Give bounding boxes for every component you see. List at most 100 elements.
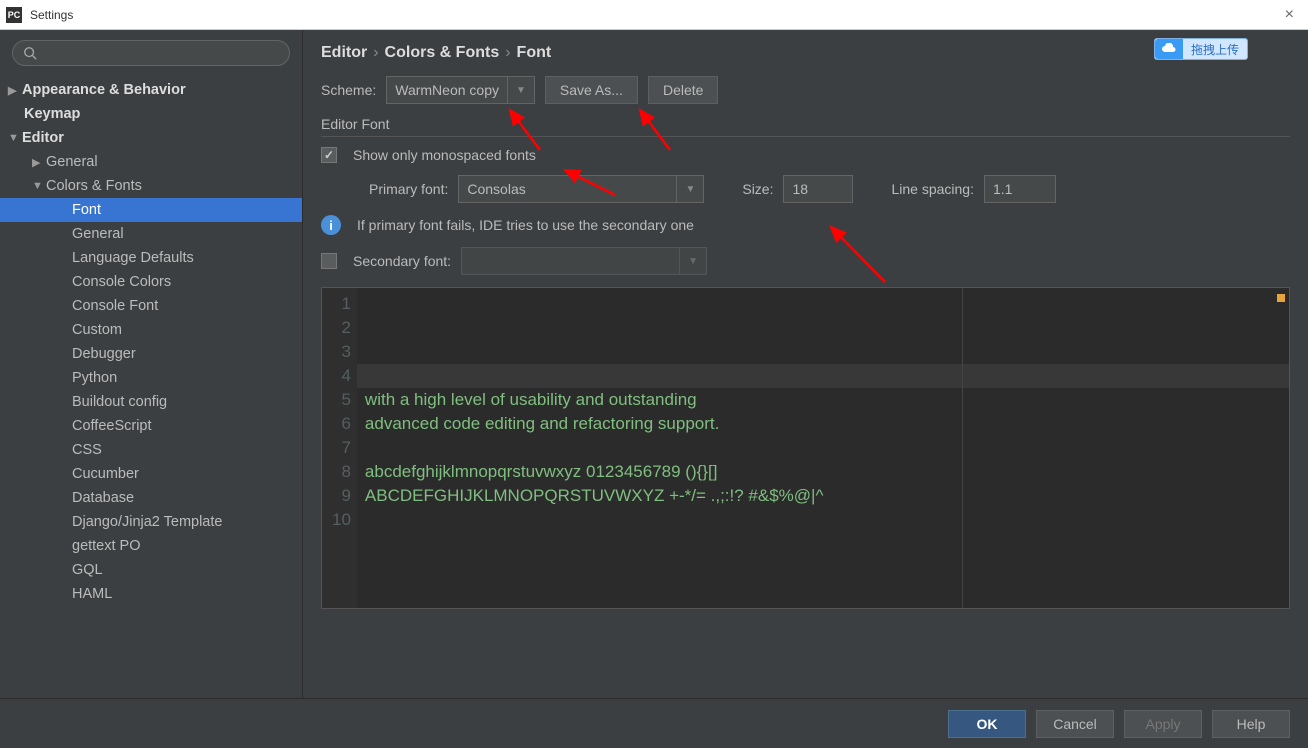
tree-item[interactable]: ▼Colors & Fonts bbox=[0, 174, 302, 198]
ok-button[interactable]: OK bbox=[948, 710, 1026, 738]
cursor-line bbox=[357, 364, 1289, 388]
font-preview[interactable]: 12345678910 PyCharm is a full-featured I… bbox=[321, 287, 1290, 609]
primary-font-value: Consolas bbox=[467, 181, 668, 197]
tree-item[interactable]: ▼Editor bbox=[0, 126, 302, 150]
line-spacing-input[interactable] bbox=[984, 175, 1056, 203]
tree-item[interactable]: Python bbox=[0, 366, 302, 390]
tree-item[interactable]: Cucumber bbox=[0, 462, 302, 486]
chevron-right-icon: › bbox=[373, 44, 378, 62]
tree-item[interactable]: Font bbox=[0, 198, 302, 222]
tree-item[interactable]: GQL bbox=[0, 558, 302, 582]
line-number: 3 bbox=[332, 340, 351, 364]
tree-item[interactable]: Django/Jinja2 Template bbox=[0, 510, 302, 534]
tree-item-label: Buildout config bbox=[72, 394, 167, 410]
help-button[interactable]: Help bbox=[1212, 710, 1290, 738]
dialog-footer: OK Cancel Apply Help bbox=[0, 698, 1308, 748]
line-number: 5 bbox=[332, 388, 351, 412]
tree-item-label: HAML bbox=[72, 586, 112, 602]
scheme-value: WarmNeon copy bbox=[395, 82, 499, 98]
monospaced-checkbox[interactable] bbox=[321, 147, 337, 163]
tree-item[interactable]: CSS bbox=[0, 438, 302, 462]
close-icon[interactable]: × bbox=[1277, 6, 1302, 24]
tree-item[interactable]: General bbox=[0, 222, 302, 246]
tree-item[interactable]: Debugger bbox=[0, 342, 302, 366]
tree-item[interactable]: ▶General bbox=[0, 150, 302, 174]
chevron-down-icon: ▼ bbox=[679, 248, 698, 274]
breadcrumb-editor[interactable]: Editor bbox=[321, 44, 367, 62]
line-spacing-label: Line spacing: bbox=[891, 181, 974, 197]
tree-item-label: Database bbox=[72, 490, 134, 506]
line-number: 10 bbox=[332, 508, 351, 532]
code-line bbox=[365, 580, 1281, 604]
sidebar: ▶Appearance & BehaviorKeymap▼Editor▶Gene… bbox=[0, 30, 303, 698]
code-line bbox=[365, 508, 1281, 532]
ruler bbox=[962, 288, 963, 608]
tree-item[interactable]: Console Colors bbox=[0, 270, 302, 294]
code-line: ABCDEFGHIJKLMNOPQRSTUVWXYZ +-*/= .,;:!? … bbox=[365, 484, 1281, 508]
app-icon: PC bbox=[6, 7, 22, 23]
info-icon: i bbox=[321, 215, 341, 235]
scheme-combo[interactable]: WarmNeon copy ▼ bbox=[386, 76, 535, 104]
tree-item-label: Colors & Fonts bbox=[46, 178, 142, 194]
breadcrumb-colors-fonts[interactable]: Colors & Fonts bbox=[385, 44, 500, 62]
code-line: advanced code editing and refactoring su… bbox=[365, 412, 1281, 436]
tree-item-label: General bbox=[72, 226, 124, 242]
secondary-font-combo[interactable]: ▼ bbox=[461, 247, 707, 275]
code-area: PyCharm is a full-featured IDEwith a hig… bbox=[357, 288, 1289, 608]
expand-down-icon[interactable]: ▼ bbox=[32, 180, 46, 192]
chevron-right-icon: › bbox=[505, 44, 510, 62]
tree-item[interactable]: HAML bbox=[0, 582, 302, 606]
breadcrumb-font[interactable]: Font bbox=[517, 44, 552, 62]
apply-button[interactable]: Apply bbox=[1124, 710, 1202, 738]
line-number: 1 bbox=[332, 292, 351, 316]
scheme-label: Scheme: bbox=[321, 82, 376, 98]
tree-item-label: Cucumber bbox=[72, 466, 139, 482]
size-input[interactable] bbox=[783, 175, 853, 203]
expand-down-icon[interactable]: ▼ bbox=[8, 132, 22, 144]
code-line bbox=[365, 532, 1281, 556]
tree-item-label: Language Defaults bbox=[72, 250, 194, 266]
line-number: 2 bbox=[332, 316, 351, 340]
warning-marker bbox=[1277, 294, 1285, 302]
size-label: Size: bbox=[742, 181, 773, 197]
tree-item[interactable]: Console Font bbox=[0, 294, 302, 318]
tree-item-label: CSS bbox=[72, 442, 102, 458]
cancel-button[interactable]: Cancel bbox=[1036, 710, 1114, 738]
primary-font-label: Primary font: bbox=[369, 181, 448, 197]
save-as-button[interactable]: Save As... bbox=[545, 76, 638, 104]
tree-item[interactable]: Buildout config bbox=[0, 390, 302, 414]
tree-item[interactable]: ▶Appearance & Behavior bbox=[0, 78, 302, 102]
tree-item[interactable]: gettext PO bbox=[0, 534, 302, 558]
chevron-down-icon: ▼ bbox=[507, 77, 526, 103]
info-text: If primary font fails, IDE tries to use … bbox=[357, 217, 694, 233]
tree-item-label: Debugger bbox=[72, 346, 136, 362]
cloud-upload-label: 拖拽上传 bbox=[1183, 41, 1247, 58]
settings-tree: ▶Appearance & BehaviorKeymap▼Editor▶Gene… bbox=[0, 76, 302, 698]
line-number: 4 bbox=[332, 364, 351, 388]
tree-item-label: Django/Jinja2 Template bbox=[72, 514, 222, 530]
line-number: 9 bbox=[332, 484, 351, 508]
cloud-upload-badge[interactable]: 拖拽上传 bbox=[1154, 38, 1248, 60]
secondary-font-checkbox[interactable] bbox=[321, 253, 337, 269]
search-icon bbox=[23, 46, 37, 60]
tree-item-label: Console Font bbox=[72, 298, 158, 314]
code-line bbox=[365, 436, 1281, 460]
line-number: 7 bbox=[332, 436, 351, 460]
monospaced-label: Show only monospaced fonts bbox=[353, 147, 536, 163]
tree-item[interactable]: Language Defaults bbox=[0, 246, 302, 270]
expand-right-icon[interactable]: ▶ bbox=[8, 84, 22, 97]
tree-item[interactable]: CoffeeScript bbox=[0, 414, 302, 438]
tree-item-label: Custom bbox=[72, 322, 122, 338]
primary-font-combo[interactable]: Consolas ▼ bbox=[458, 175, 704, 203]
tree-item-label: Console Colors bbox=[72, 274, 171, 290]
delete-button[interactable]: Delete bbox=[648, 76, 718, 104]
main-panel: Editor › Colors & Fonts › Font Scheme: W… bbox=[303, 30, 1308, 698]
divider bbox=[321, 136, 1290, 137]
tree-item[interactable]: Database bbox=[0, 486, 302, 510]
tree-item-label: CoffeeScript bbox=[72, 418, 152, 434]
tree-item[interactable]: Keymap bbox=[0, 102, 302, 126]
tree-item[interactable]: Custom bbox=[0, 318, 302, 342]
search-input[interactable] bbox=[12, 40, 290, 66]
line-number: 8 bbox=[332, 460, 351, 484]
expand-right-icon[interactable]: ▶ bbox=[32, 156, 46, 169]
